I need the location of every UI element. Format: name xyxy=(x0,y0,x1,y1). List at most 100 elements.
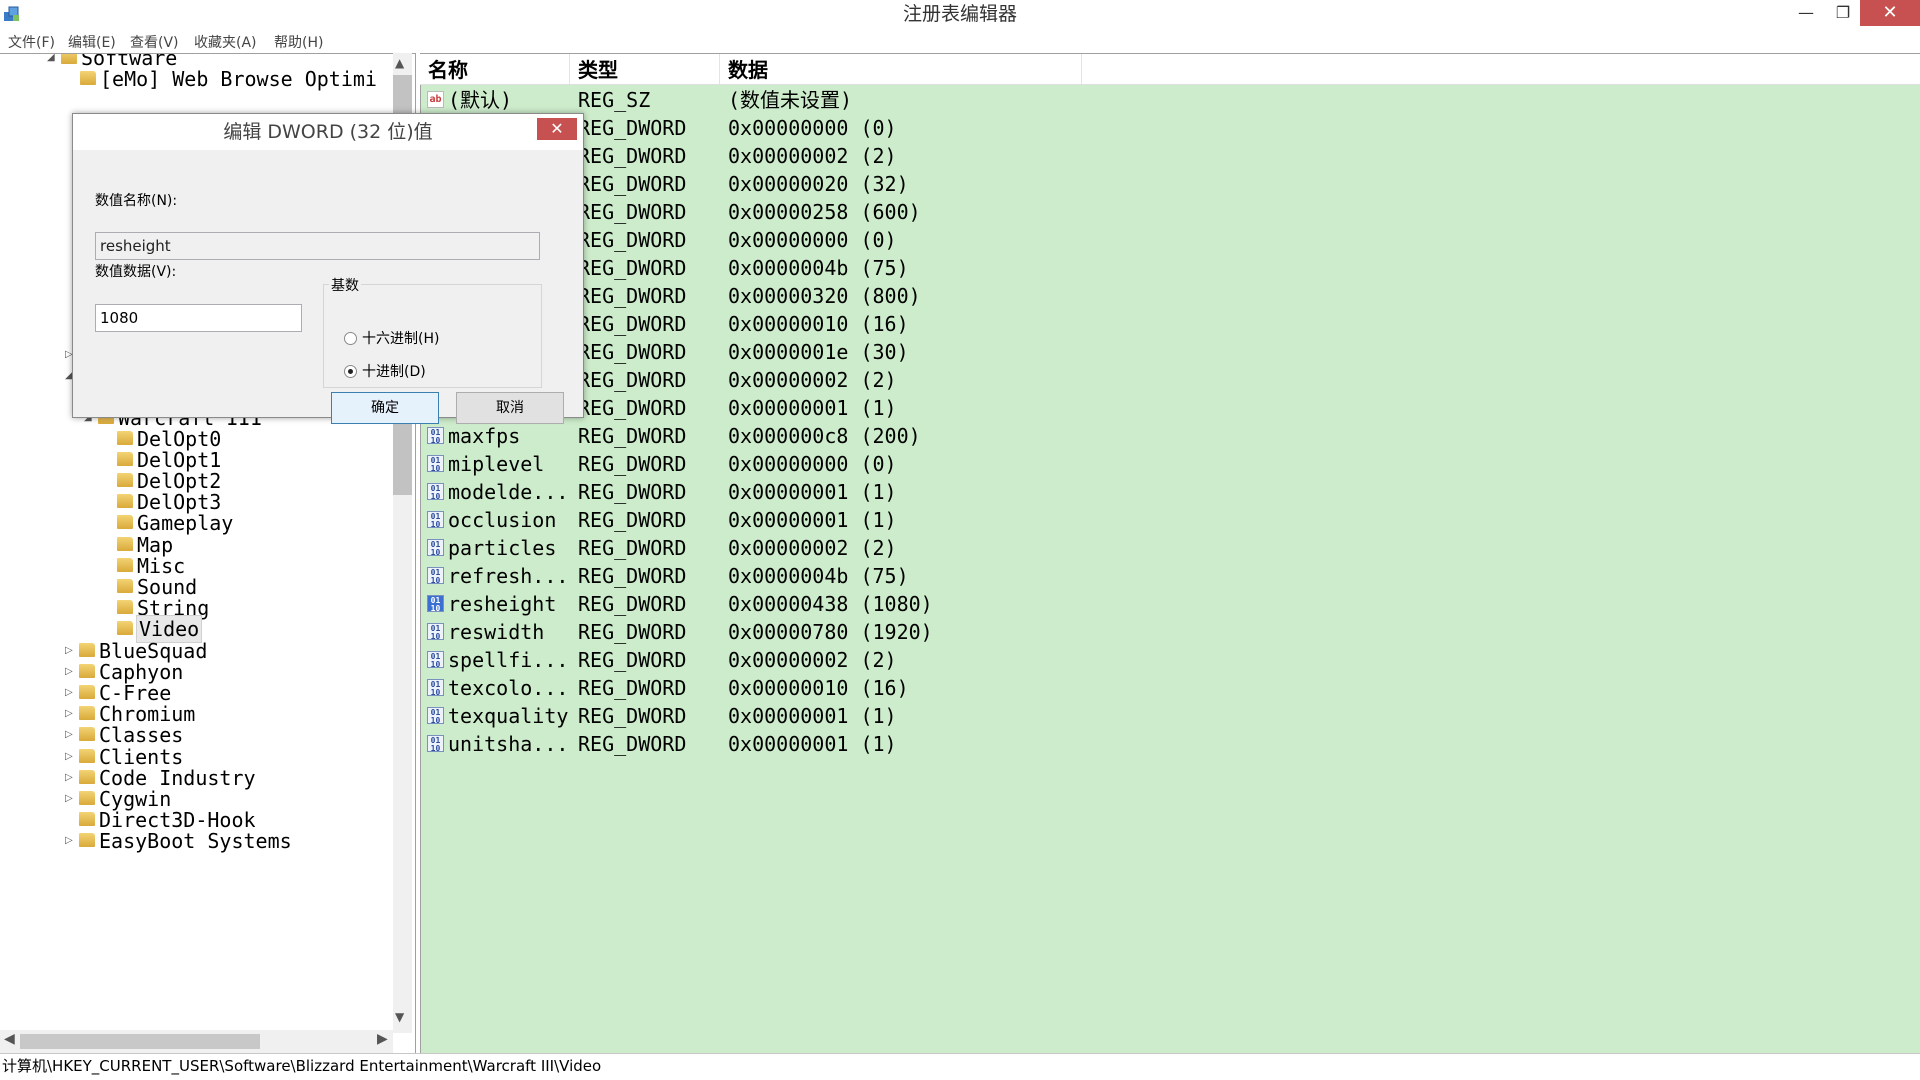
dialog-title: 编辑 DWORD (32 位)值 xyxy=(223,121,433,143)
value-type: REG_SZ xyxy=(578,88,651,112)
value-data-field[interactable] xyxy=(95,304,302,332)
binary-value-icon: 01 10 xyxy=(427,707,444,725)
value-data: 0x00000001 (1) xyxy=(728,732,897,756)
value-type: REG_DWORD xyxy=(578,368,687,392)
folder-icon xyxy=(79,664,95,678)
folder-icon xyxy=(117,600,133,614)
value-data: 0x0000004b (75) xyxy=(728,564,909,588)
value-row[interactable]: 01 10 modelde... REG_DWORD 0x00000001 (1) xyxy=(420,478,1420,506)
column-name-header[interactable]: 名称 xyxy=(420,54,570,84)
value-name: miplevel xyxy=(448,452,545,476)
scroll-right-icon[interactable]: ▶ xyxy=(377,1031,388,1047)
value-row[interactable]: 01 10 occlusion REG_DWORD 0x00000001 (1) xyxy=(420,506,1420,534)
scroll-left-icon[interactable]: ◀ xyxy=(4,1031,15,1047)
column-type-header[interactable]: 类型 xyxy=(570,54,720,84)
registry-path: 计算机\HKEY_CURRENT_USER\Software\Blizzard … xyxy=(2,1057,602,1075)
folder-icon xyxy=(79,706,95,720)
menu-file[interactable]: 文件(F) xyxy=(8,32,55,52)
value-data: 0x00000001 (1) xyxy=(728,704,897,728)
menu-view[interactable]: 查看(V) xyxy=(130,32,179,52)
dialog-title-bar: 编辑 DWORD (32 位)值 ✕ xyxy=(73,114,583,150)
value-type: REG_DWORD xyxy=(578,536,687,560)
ok-button[interactable]: 确定 xyxy=(331,392,439,424)
value-name: texquality xyxy=(448,704,569,728)
value-type: REG_DWORD xyxy=(578,228,687,252)
menu-help[interactable]: 帮助(H) xyxy=(274,32,323,52)
binary-value-icon: 01 10 xyxy=(427,455,444,473)
folder-icon xyxy=(80,71,96,85)
value-row[interactable]: 01 10 maxfps REG_DWORD 0x000000c8 (200) xyxy=(420,422,1420,450)
folder-icon xyxy=(117,579,133,593)
tree-node[interactable]: ▷ EasyBoot Systems xyxy=(0,828,393,854)
value-row[interactable]: 01 10 unitsha... REG_DWORD 0x00000001 (1) xyxy=(420,730,1420,758)
value-name: resheight xyxy=(448,592,557,616)
value-row[interactable]: 01 10 refresh... REG_DWORD 0x0000004b (75) xyxy=(420,562,1420,590)
value-name: occlusion xyxy=(448,508,557,532)
value-data: 0x00000002 (2) xyxy=(728,368,897,392)
value-type: REG_DWORD xyxy=(578,480,687,504)
dialog-body: 数值名称(N): 数值数据(V): 基数 十六进制(H) 十进制(D) 确定 取… xyxy=(79,150,573,424)
value-data: 0x00000001 (1) xyxy=(728,508,897,532)
column-data-header[interactable]: 数据 xyxy=(720,54,1082,84)
folder-icon xyxy=(117,621,133,635)
menu-edit[interactable]: 编辑(E) xyxy=(68,32,116,52)
value-type: REG_DWORD xyxy=(578,424,687,448)
value-data: 0x00000000 (0) xyxy=(728,452,897,476)
folder-icon xyxy=(79,791,95,805)
tree-node-label: [eMo] Web Browse Optimi xyxy=(100,67,377,91)
value-row[interactable]: 01 10 texcolo... REG_DWORD 0x00000010 (16) xyxy=(420,674,1420,702)
binary-value-icon: 01 10 xyxy=(427,595,444,613)
value-data: 0x0000001e (30) xyxy=(728,340,909,364)
value-type: REG_DWORD xyxy=(578,284,687,308)
value-name: (默认) xyxy=(448,88,513,112)
folder-icon xyxy=(79,643,95,657)
value-type: REG_DWORD xyxy=(578,452,687,476)
value-row[interactable]: 01 10 resheight REG_DWORD 0x00000438 (1080) xyxy=(420,590,1420,618)
value-row[interactable]: 01 10 reswidth REG_DWORD 0x00000780 (1920) xyxy=(420,618,1420,646)
binary-value-icon: 01 10 xyxy=(427,679,444,697)
value-row[interactable]: 01 10 spellfi... REG_DWORD 0x00000002 (2) xyxy=(420,646,1420,674)
value-name: reswidth xyxy=(448,620,545,644)
value-type: REG_DWORD xyxy=(578,172,687,196)
close-button[interactable]: ✕ xyxy=(1860,0,1920,26)
value-name: texcolo... xyxy=(448,676,569,700)
tree-node[interactable]: [eMo] Web Browse Optimi xyxy=(0,66,393,92)
value-row[interactable]: ab (默认) REG_SZ (数值未设置) xyxy=(420,86,1420,114)
cancel-button[interactable]: 取消 xyxy=(456,392,564,424)
value-row[interactable]: 01 10 particles REG_DWORD 0x00000002 (2) xyxy=(420,534,1420,562)
window-title: 注册表编辑器 xyxy=(902,3,1017,25)
value-name: refresh... xyxy=(448,564,569,588)
dialog-close-button[interactable]: ✕ xyxy=(537,118,577,140)
title-bar: 注册表编辑器 — ❐ ✕ xyxy=(0,0,1920,29)
tree-node-label: EasyBoot Systems xyxy=(99,829,292,853)
value-data: 0x00000010 (16) xyxy=(728,312,909,336)
folder-icon xyxy=(117,537,133,551)
binary-value-icon: 01 10 xyxy=(427,427,444,445)
value-row[interactable]: 01 10 texquality REG_DWORD 0x00000001 (1) xyxy=(420,702,1420,730)
radio-hex-button[interactable] xyxy=(344,332,357,345)
value-type: REG_DWORD xyxy=(578,116,687,140)
value-type: REG_DWORD xyxy=(578,144,687,168)
scroll-down-icon[interactable]: ▼ xyxy=(395,1010,404,1024)
folder-icon xyxy=(117,494,133,508)
menu-favorites[interactable]: 收藏夹(A) xyxy=(194,32,257,52)
radio-dec-button[interactable] xyxy=(344,365,357,378)
value-type: REG_DWORD xyxy=(578,592,687,616)
folder-icon xyxy=(117,515,133,529)
value-type: REG_DWORD xyxy=(578,256,687,280)
value-name-field[interactable] xyxy=(95,232,540,260)
values-header: 名称 类型 数据 xyxy=(420,54,1920,85)
value-type: REG_DWORD xyxy=(578,396,687,420)
value-name: maxfps xyxy=(448,424,521,448)
value-row[interactable]: 01 10 miplevel REG_DWORD 0x00000000 (0) xyxy=(420,450,1420,478)
folder-icon xyxy=(117,452,133,466)
tree-horizontal-scroll-thumb[interactable] xyxy=(20,1034,260,1049)
value-data: 0x00000002 (2) xyxy=(728,144,897,168)
value-data: 0x00000001 (1) xyxy=(728,396,897,420)
expand-arrow-icon[interactable]: ▷ xyxy=(65,828,77,854)
scroll-up-icon[interactable]: ▲ xyxy=(395,56,404,70)
value-data: 0x00000000 (0) xyxy=(728,116,897,140)
value-name: unitsha... xyxy=(448,732,569,756)
value-type: REG_DWORD xyxy=(578,732,687,756)
value-data: 0x00000010 (16) xyxy=(728,676,909,700)
